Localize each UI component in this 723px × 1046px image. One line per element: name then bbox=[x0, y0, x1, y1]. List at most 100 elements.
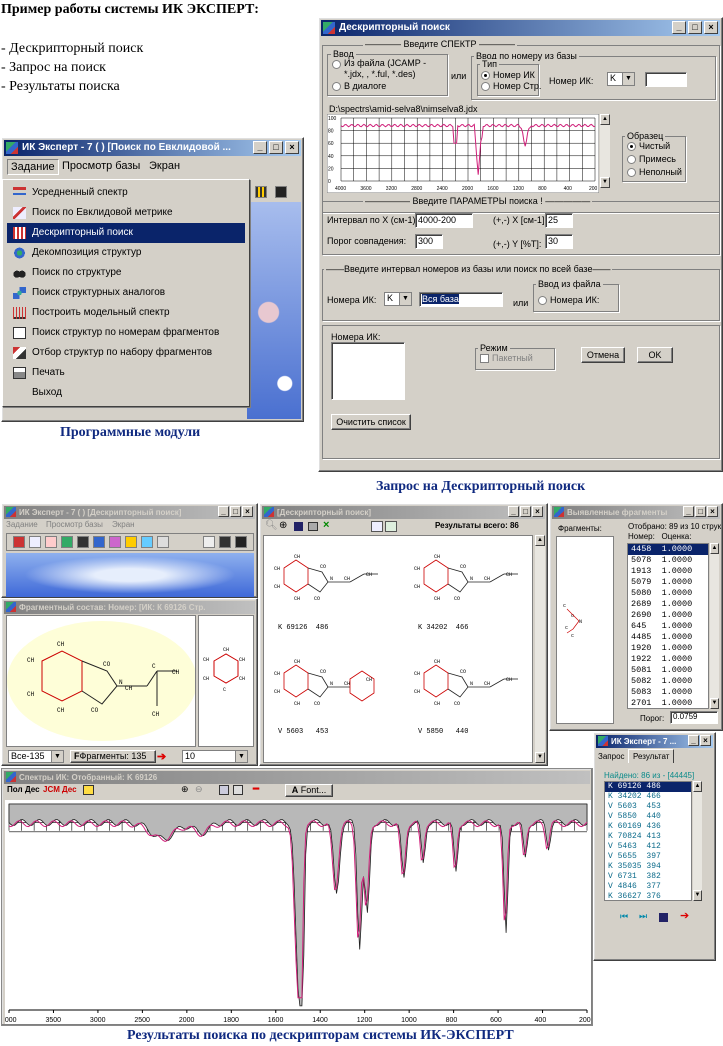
mini-tab-result[interactable]: Результат bbox=[628, 749, 675, 763]
dialog-close-button[interactable]: × bbox=[704, 21, 718, 34]
fragment-list-scroll-down[interactable]: ▼ bbox=[710, 698, 719, 709]
fragment-filter-arrow[interactable]: ▼ bbox=[51, 751, 63, 762]
fragment-score-list[interactable]: 4458 1.0000 5078 1.0000 1913 1.0000 5079 1.… bbox=[627, 543, 709, 709]
structure-mode-icon[interactable] bbox=[371, 521, 383, 532]
results-max-button[interactable]: □ bbox=[230, 506, 241, 517]
fragment-score-row[interactable]: 5082 1.0000 bbox=[628, 676, 708, 687]
structure-scroll-up[interactable]: ▲ bbox=[535, 535, 545, 546]
first-page-icon[interactable]: ⏮ bbox=[620, 911, 628, 922]
fragment-score-row[interactable]: 5080 1.0000 bbox=[628, 588, 708, 599]
toolbar-avg-icon[interactable] bbox=[13, 536, 25, 548]
fragment-filter-combo[interactable]: Все-135 ▼ bbox=[8, 750, 64, 763]
spectra-zoom-out-icon[interactable]: ⊖ bbox=[195, 784, 203, 795]
fragment-score-row[interactable]: 645 1.0000 bbox=[628, 621, 708, 632]
ir-prefix-combo-arrow[interactable]: ▼ bbox=[622, 73, 634, 85]
impurity-radio[interactable] bbox=[627, 155, 636, 164]
fragment-composition-titlebar[interactable]: Фрагментный состав: Номер: [ИК: К 69126 … bbox=[4, 601, 255, 614]
cancel-button[interactable]: Отмена bbox=[581, 347, 625, 363]
toolbar-decomp-icon[interactable] bbox=[61, 536, 73, 548]
descriptor-max-button[interactable]: □ bbox=[520, 506, 531, 517]
found-max-button[interactable]: □ bbox=[695, 506, 706, 517]
found-min-button[interactable]: _ bbox=[683, 506, 694, 517]
mini-result-row[interactable]: K 60169 436 bbox=[605, 822, 691, 832]
close-button[interactable]: × bbox=[285, 141, 299, 154]
spectrum-scroll-down[interactable]: ▼ bbox=[600, 177, 610, 188]
fragment-score-row[interactable]: 1913 1.0000 bbox=[628, 566, 708, 577]
spectra-tool-des[interactable]: Дес bbox=[25, 785, 40, 794]
grid-icon[interactable] bbox=[255, 186, 267, 198]
dialog-maximize-button[interactable]: □ bbox=[688, 21, 702, 34]
spectra-titlebar[interactable]: Спектры ИК: Отобранный: K 69126 bbox=[4, 771, 590, 784]
ir-numbers-radio[interactable] bbox=[538, 296, 547, 305]
menu-item-analog-search[interactable]: Поиск структурных аналогов bbox=[7, 283, 245, 303]
mini-result-row[interactable]: K 69126 486 bbox=[605, 782, 691, 792]
fragment-score-row[interactable]: 4485 1.0000 bbox=[628, 632, 708, 643]
menu-item-fragment-number-search[interactable]: Поиск структур по номерам фрагментов bbox=[7, 323, 245, 343]
descriptor-min-button[interactable]: _ bbox=[508, 506, 519, 517]
results-main-titlebar[interactable]: ИК Эксперт - 7 ( ) [Дескрипторный поиск]… bbox=[4, 506, 255, 519]
spectra-tool-des2[interactable]: Дес bbox=[62, 785, 77, 794]
clear-list-button[interactable]: Очистить список bbox=[331, 414, 411, 430]
mini-result-row[interactable]: V 5463 412 bbox=[605, 842, 691, 852]
threshold-input[interactable]: 300 bbox=[415, 234, 443, 249]
mini-scroll-up[interactable]: ▲ bbox=[693, 781, 702, 792]
results-menu-screen[interactable]: Экран bbox=[112, 520, 135, 529]
toolbar-window-icon[interactable] bbox=[203, 536, 215, 548]
menu-item-average-spectrum[interactable]: Усредненный спектр bbox=[7, 183, 245, 203]
menu-item-exit[interactable]: Выход bbox=[7, 383, 245, 403]
mini-titlebar[interactable]: ИК Эксперт - 7 ... _ × bbox=[596, 735, 713, 748]
fragment-list-scrollbar[interactable]: ▲ ▼ bbox=[709, 543, 719, 709]
zoom-icon[interactable]: 🔍︎ bbox=[265, 520, 278, 531]
menu-task[interactable]: Задание bbox=[7, 159, 59, 175]
spectra-print-icon[interactable] bbox=[233, 785, 243, 795]
results-close-button[interactable]: × bbox=[242, 506, 253, 517]
menu-view-base[interactable]: Просмотр базы bbox=[62, 160, 140, 172]
menu-item-fragment-set-selection[interactable]: Отбор структур по набору фрагментов bbox=[7, 343, 245, 363]
toolbar-frag-icon[interactable] bbox=[125, 536, 137, 548]
mini-result-row[interactable]: V 5603 453 bbox=[605, 802, 691, 812]
mini-close-button[interactable]: × bbox=[700, 735, 711, 746]
toolbar-grid-icon[interactable] bbox=[219, 536, 231, 548]
minimize-button[interactable]: _ bbox=[253, 141, 267, 154]
menu-item-decomposition[interactable]: Декомпозиция структур bbox=[7, 243, 245, 263]
cancel-results-icon[interactable]: × bbox=[323, 519, 329, 531]
fragment-score-row[interactable]: 1920 1.0000 bbox=[628, 643, 708, 654]
mini-result-row[interactable]: V 5850 440 bbox=[605, 812, 691, 822]
fragment-score-row[interactable]: 5083 1.0000 bbox=[628, 687, 708, 698]
mini-result-row[interactable]: V 6731 382 bbox=[605, 872, 691, 882]
ir-list-box[interactable] bbox=[331, 342, 405, 400]
fragment-depth-combo[interactable]: 10 ▼ bbox=[182, 750, 248, 763]
fragment-score-row[interactable]: 4458 1.0000 bbox=[628, 544, 708, 555]
found-close-button[interactable]: × bbox=[707, 506, 718, 517]
mini-list-scrollbar[interactable]: ▲ ▼ bbox=[692, 781, 702, 901]
save-results-icon[interactable] bbox=[294, 522, 303, 531]
incomplete-radio[interactable] bbox=[627, 168, 636, 177]
toolbar-save-icon[interactable] bbox=[235, 536, 247, 548]
descriptor-close-button[interactable]: × bbox=[532, 506, 543, 517]
menu-item-structure-search[interactable]: Поиск по структуре bbox=[7, 263, 245, 283]
fragment-score-row[interactable]: 2690 1.0000 bbox=[628, 610, 708, 621]
spectrum-scrollbar[interactable]: ▲ ▼ bbox=[599, 114, 610, 188]
spectra-remove-icon[interactable]: ━ bbox=[253, 784, 259, 795]
mini-arrow-icon[interactable]: ➔ bbox=[680, 909, 689, 922]
fragment-depth-arrow[interactable]: ▼ bbox=[235, 751, 247, 762]
mini-result-row[interactable]: V 5655 397 bbox=[605, 852, 691, 862]
found-fragments-titlebar[interactable]: Выявленные фрагменты _ □ × bbox=[552, 506, 720, 519]
spectrum-scroll-up[interactable]: ▲ bbox=[600, 114, 610, 125]
spectrum-mode-icon[interactable] bbox=[385, 521, 397, 532]
range-input[interactable]: Вся база bbox=[419, 292, 503, 307]
save-icon[interactable] bbox=[275, 186, 287, 198]
mini-result-row[interactable]: K 70824 413 bbox=[605, 832, 691, 842]
structure-scroll-down[interactable]: ▼ bbox=[535, 752, 545, 763]
dx-input[interactable]: 25 bbox=[545, 213, 573, 228]
toolbar-analog-icon[interactable] bbox=[93, 536, 105, 548]
mini-min-button[interactable]: _ bbox=[688, 735, 699, 746]
ir-number-radio[interactable] bbox=[481, 71, 490, 80]
fragment-score-row[interactable]: 5081 1.0000 bbox=[628, 665, 708, 676]
interval-input[interactable]: 4000-200 bbox=[415, 213, 473, 228]
folder-icon[interactable] bbox=[83, 785, 94, 795]
threshold-results-input[interactable]: 0.0759 bbox=[670, 711, 718, 724]
spectra-zoom-in-icon[interactable]: ⊕ bbox=[181, 784, 189, 795]
toolbar-descr-icon[interactable] bbox=[45, 536, 57, 548]
fragment-score-row[interactable]: 5078 1.0000 bbox=[628, 555, 708, 566]
